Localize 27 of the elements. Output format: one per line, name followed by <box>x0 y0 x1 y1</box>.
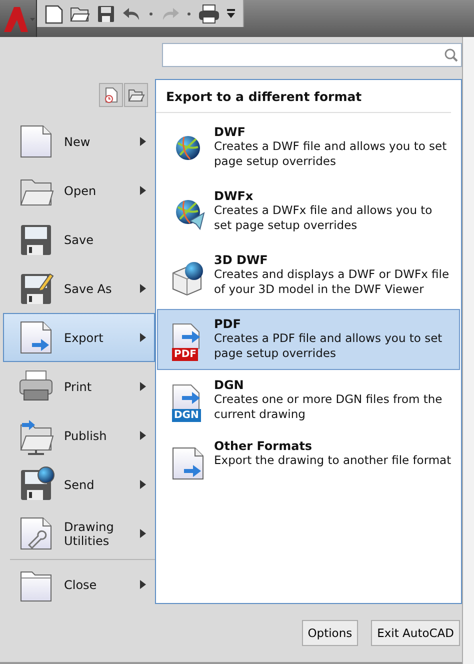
menu-item[interactable]: Save As <box>3 264 155 313</box>
menu-item[interactable]: New <box>3 117 155 166</box>
menu-item[interactable]: Send <box>3 460 155 509</box>
search-icon <box>444 48 458 62</box>
submenu-item[interactable]: DWFx Creates a DWFx file and allows you to set page setup overrides <box>157 181 460 245</box>
menu-item[interactable]: Open <box>3 166 155 215</box>
menu-item[interactable]: Drawing Utilities <box>3 509 155 558</box>
options-button[interactable]: Options <box>302 620 358 646</box>
menu-item[interactable]: Print <box>3 362 155 411</box>
menu-item[interactable]: Export <box>3 313 155 362</box>
document-clock-icon <box>102 86 120 104</box>
open-documents-button[interactable] <box>124 83 148 107</box>
search-field[interactable] <box>162 43 462 67</box>
submenu-item[interactable]: 3D DWF Creates and displays a DWF or DWFx file of your 3D model in the DWF Viewer <box>157 245 460 309</box>
exit-button[interactable]: Exit AutoCAD <box>371 620 460 646</box>
application-menu-button[interactable] <box>0 0 37 37</box>
new-document-icon[interactable] <box>43 2 65 24</box>
recent-documents-button[interactable] <box>99 83 123 107</box>
submenu-item[interactable]: PDF PDF Creates a PDF file and allows you to set page setup overrides <box>157 309 460 370</box>
menu-item[interactable]: Close <box>3 560 155 609</box>
submenu-item[interactable]: DGN DGN Creates one or more DGN files from the current drawing <box>157 370 460 431</box>
menu-item[interactable]: Save <box>3 215 155 264</box>
printer-icon[interactable] <box>197 2 221 24</box>
menu-item[interactable]: Publish <box>3 411 155 460</box>
submenu-title: Export to a different format <box>156 80 451 113</box>
submenu-item[interactable]: DWF Creates a DWF file and allows you to set page setup overrides <box>157 117 460 181</box>
submenu-item[interactable]: Other Formats Export the drawing to another file format <box>157 431 460 495</box>
